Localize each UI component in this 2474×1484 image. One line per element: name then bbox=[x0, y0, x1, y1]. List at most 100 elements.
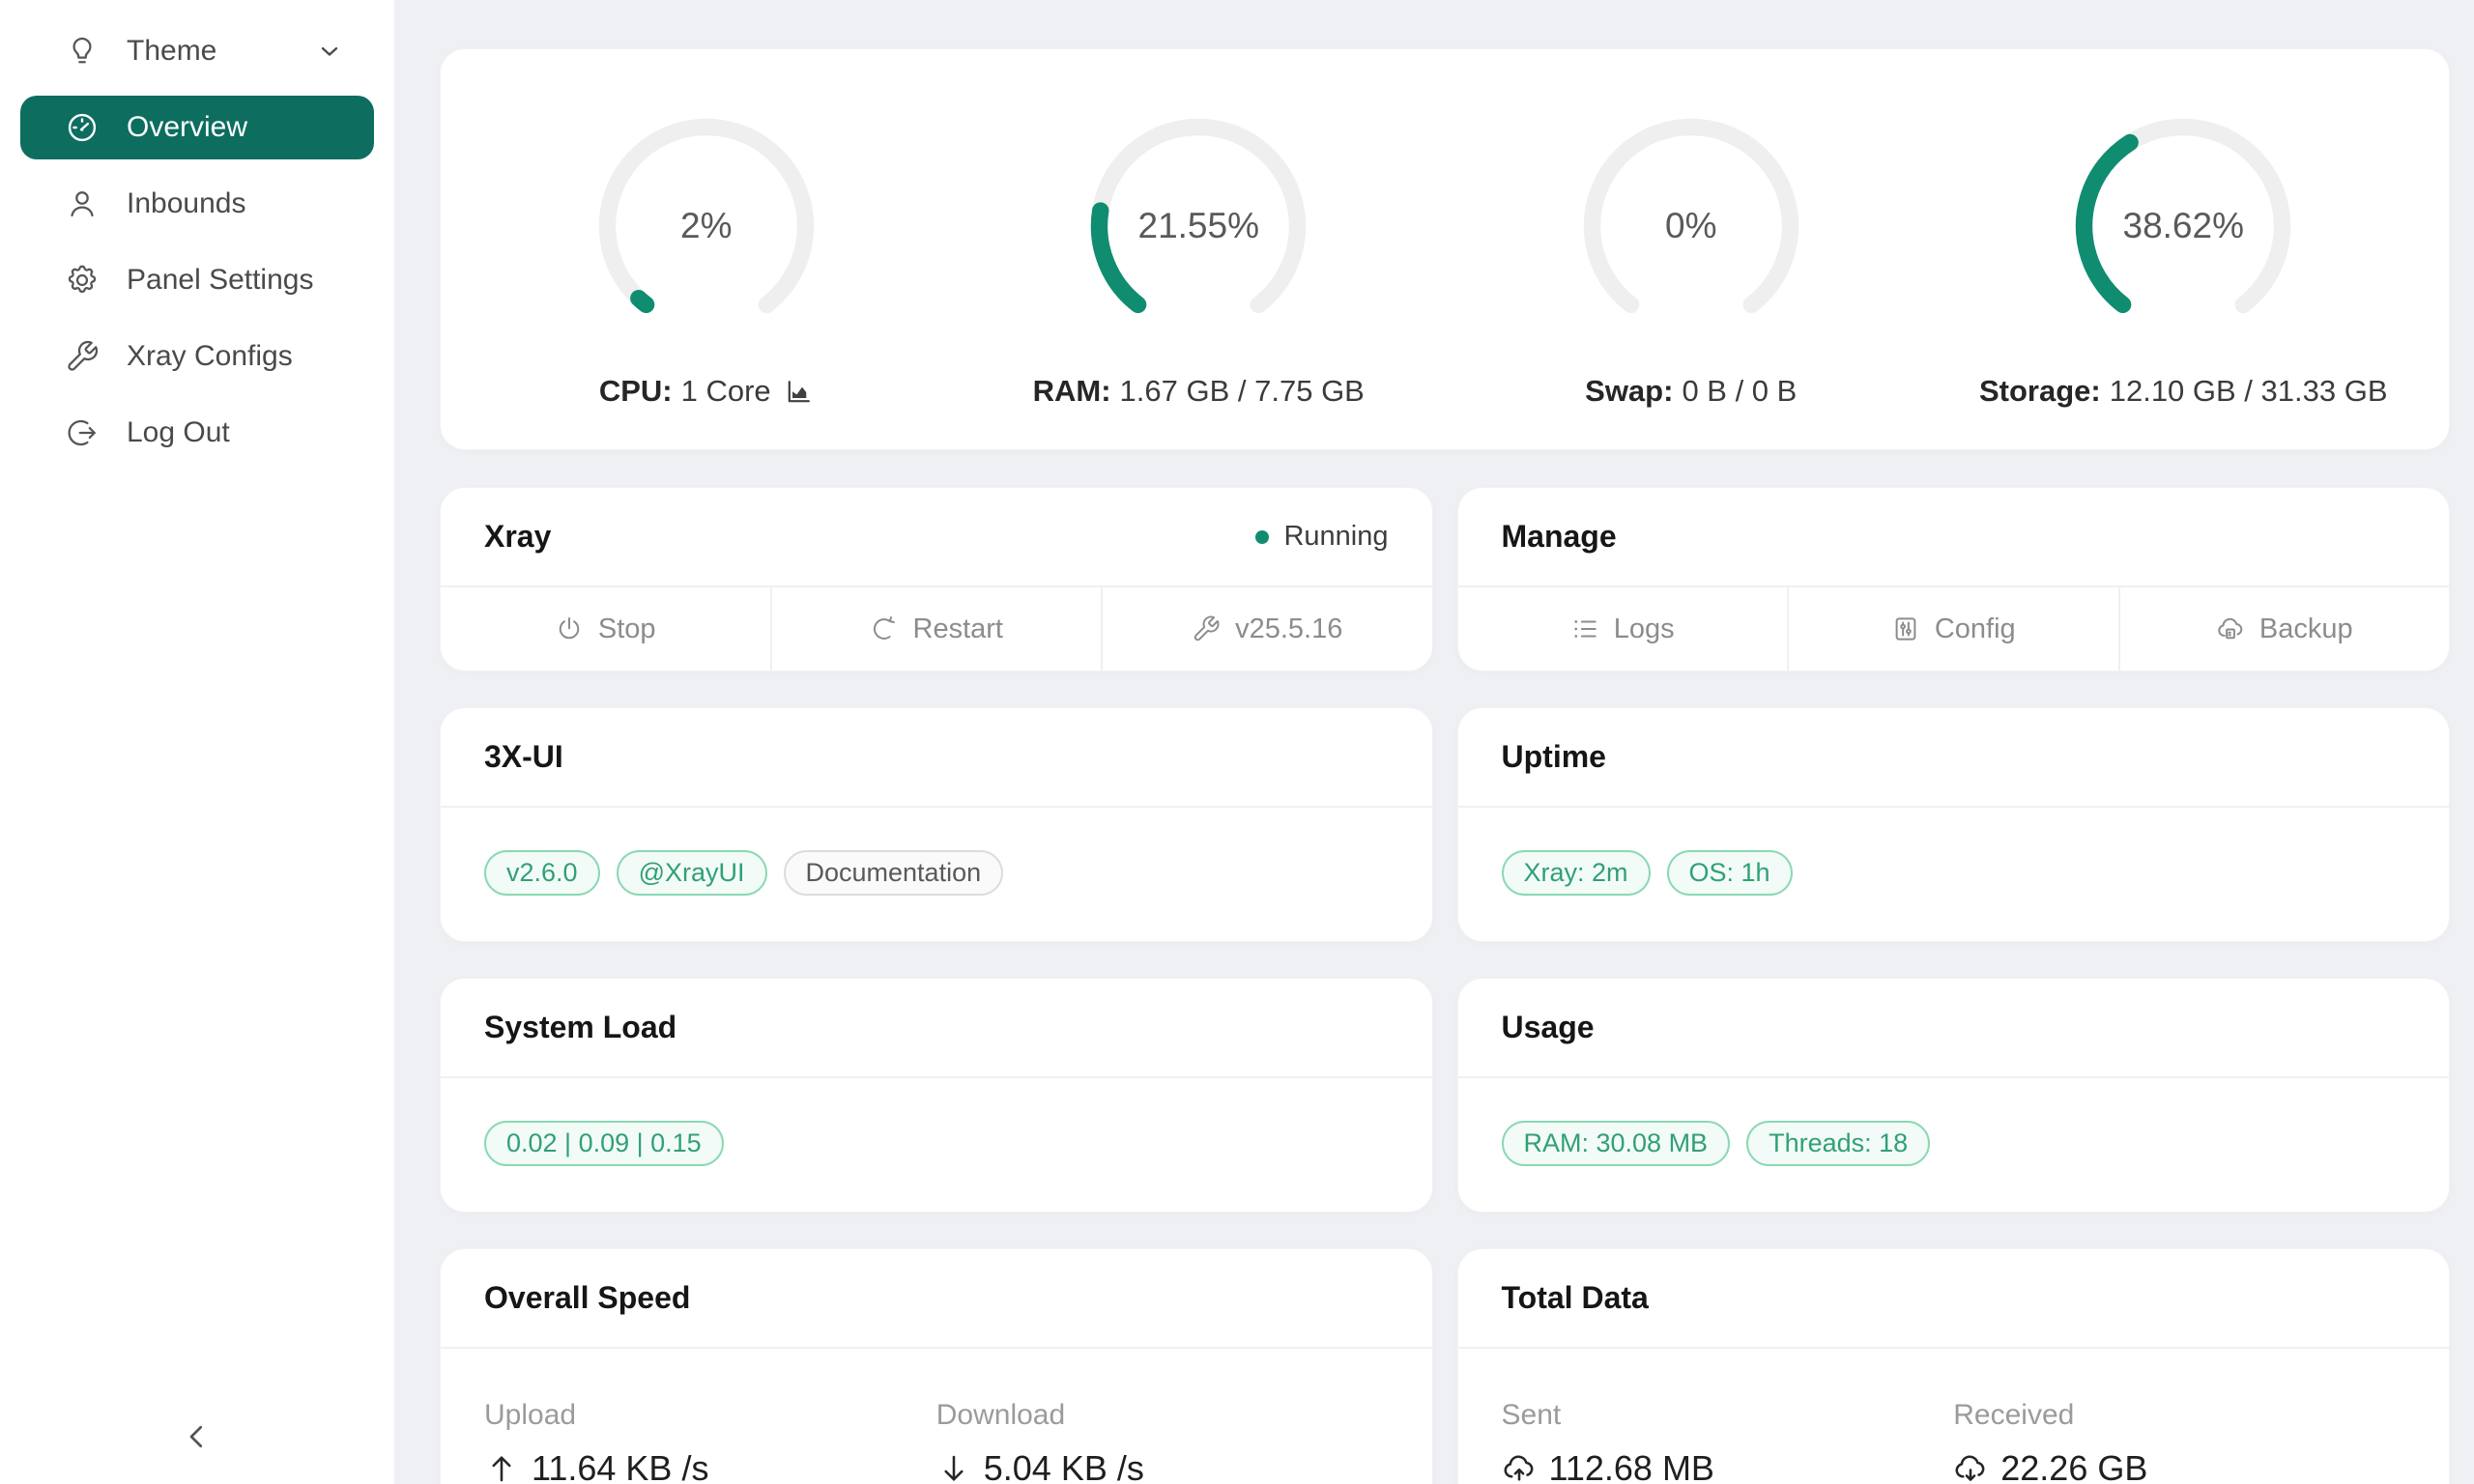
gauge-cpu: 2% CPU: 1 Core bbox=[460, 107, 953, 409]
download-stat: Download 5.04 KB /s bbox=[936, 1399, 1389, 1484]
system-load-tags: 0.02 | 0.09 | 0.15 bbox=[441, 1078, 1432, 1212]
lightbulb-icon bbox=[65, 34, 100, 69]
wrench-icon bbox=[65, 339, 100, 374]
xray-status: Running bbox=[1255, 521, 1388, 553]
card-title-text: Xray bbox=[484, 519, 551, 555]
xray-stop-button[interactable]: Stop bbox=[441, 587, 770, 671]
speed-stats: Upload 11.64 KB /s Download bbox=[441, 1349, 1432, 1484]
sidebar-item-theme[interactable]: Theme bbox=[20, 19, 374, 83]
chevron-down-icon bbox=[316, 38, 343, 65]
manage-config-button[interactable]: Config bbox=[1787, 587, 2118, 671]
reload-icon bbox=[870, 614, 899, 643]
overall-speed-card-title: Overall Speed bbox=[441, 1249, 1432, 1349]
card-title-text: Usage bbox=[1502, 1010, 1595, 1045]
sidebar-item-label: Xray Configs bbox=[127, 340, 293, 373]
sidebar-item-inbounds[interactable]: Inbounds bbox=[20, 172, 374, 236]
upload-stat: Upload 11.64 KB /s bbox=[484, 1399, 936, 1484]
dashboard-icon bbox=[65, 110, 100, 145]
tag-load-averages: 0.02 | 0.09 | 0.15 bbox=[484, 1121, 724, 1166]
area-chart-icon[interactable] bbox=[784, 377, 814, 407]
sidebar-item-log-out[interactable]: Log Out bbox=[20, 401, 374, 465]
cloud-server-icon bbox=[2216, 614, 2245, 643]
sidebar-item-label: Log Out bbox=[127, 416, 230, 449]
gauge-percent: 38.62% bbox=[2064, 107, 2302, 345]
xray-card-title: Xray Running bbox=[441, 488, 1432, 587]
received-stat: Received 22.26 GB bbox=[1953, 1399, 2405, 1484]
manage-backup-button[interactable]: Backup bbox=[2118, 587, 2450, 671]
manage-logs-button[interactable]: Logs bbox=[1458, 587, 1788, 671]
gauge-label: RAM: 1.67 GB / 7.75 GB bbox=[1033, 374, 1365, 409]
tag-threads: Threads: 18 bbox=[1746, 1121, 1930, 1166]
arrow-up-icon bbox=[484, 1451, 519, 1484]
sidebar-collapse-button[interactable] bbox=[0, 1419, 394, 1459]
card-title-text: Total Data bbox=[1502, 1280, 1649, 1316]
cloud-upload-icon bbox=[1502, 1451, 1537, 1484]
sidebar-item-label: Inbounds bbox=[127, 187, 245, 220]
xui-card: 3X-UI v2.6.0 @XrayUI Documentation bbox=[440, 707, 1433, 942]
card-title-text: Overall Speed bbox=[484, 1280, 690, 1316]
xray-actions: Stop Restart bbox=[441, 587, 1432, 671]
status-text: Running bbox=[1283, 521, 1388, 553]
sidebar: Theme Overview bbox=[0, 0, 394, 1484]
manage-card-title: Manage bbox=[1458, 488, 2450, 587]
sidebar-item-xray-configs[interactable]: Xray Configs bbox=[20, 325, 374, 388]
gauge-label: CPU: 1 Core bbox=[599, 374, 814, 409]
total-data-stats: Sent 112.68 MB Received bbox=[1458, 1349, 2450, 1484]
sidebar-item-label: Panel Settings bbox=[127, 264, 313, 297]
main-content: 2% CPU: 1 Core bbox=[394, 0, 2474, 1484]
gauge-label: Swap: 0 B / 0 B bbox=[1585, 374, 1797, 409]
xui-card-title: 3X-UI bbox=[441, 708, 1432, 808]
overall-speed-card: Overall Speed Upload 11.64 KB /s bbox=[440, 1248, 1433, 1484]
tag-ram-usage: RAM: 30.08 MB bbox=[1502, 1121, 1731, 1166]
uptime-tags: Xray: 2m OS: 1h bbox=[1458, 808, 2450, 941]
usage-tags: RAM: 30.08 MB Threads: 18 bbox=[1458, 1078, 2450, 1212]
xray-card: Xray Running Stop bbox=[440, 487, 1433, 671]
cloud-download-icon bbox=[1953, 1451, 1988, 1484]
usage-card: Usage RAM: 30.08 MB Threads: 18 bbox=[1457, 978, 2451, 1213]
sidebar-item-label: Theme bbox=[127, 35, 216, 68]
tag-version[interactable]: v2.6.0 bbox=[484, 850, 600, 896]
list-icon bbox=[1570, 614, 1599, 643]
wrench-icon bbox=[1192, 614, 1221, 643]
card-title-text: 3X-UI bbox=[484, 739, 563, 775]
logout-icon bbox=[65, 415, 100, 450]
xray-restart-button[interactable]: Restart bbox=[770, 587, 1102, 671]
system-gauges-card: 2% CPU: 1 Core bbox=[440, 48, 2450, 450]
gauge-percent: 2% bbox=[588, 107, 825, 345]
total-data-card: Total Data Sent 112.68 MB bbox=[1457, 1248, 2451, 1484]
card-title-text: Uptime bbox=[1502, 739, 1606, 775]
gauge-storage: 38.62% Storage: 12.10 GB / 31.33 GB bbox=[1938, 107, 2431, 409]
gauge-ram: 21.55% RAM: 1.67 GB / 7.75 GB bbox=[953, 107, 1446, 409]
chevron-left-icon bbox=[180, 1419, 215, 1459]
arrow-down-icon bbox=[936, 1451, 971, 1484]
sent-stat: Sent 112.68 MB bbox=[1502, 1399, 1954, 1484]
user-icon bbox=[65, 186, 100, 221]
power-icon bbox=[555, 614, 584, 643]
usage-card-title: Usage bbox=[1458, 979, 2450, 1078]
gauge-percent: 21.55% bbox=[1079, 107, 1317, 345]
running-dot-icon bbox=[1255, 530, 1269, 544]
tag-xrayui[interactable]: @XrayUI bbox=[617, 850, 767, 896]
sidebar-item-label: Overview bbox=[127, 111, 247, 144]
tag-xray-uptime: Xray: 2m bbox=[1502, 850, 1651, 896]
manage-card: Manage Logs bbox=[1457, 487, 2451, 671]
manage-actions: Logs Config bbox=[1458, 587, 2450, 671]
app-root: Theme Overview bbox=[0, 0, 2474, 1484]
uptime-card-title: Uptime bbox=[1458, 708, 2450, 808]
card-title-text: System Load bbox=[484, 1010, 676, 1045]
sidebar-item-overview[interactable]: Overview bbox=[20, 96, 374, 159]
gauge-swap: 0% Swap: 0 B / 0 B bbox=[1445, 107, 1938, 409]
xray-version-button[interactable]: v25.5.16 bbox=[1101, 587, 1432, 671]
card-title-text: Manage bbox=[1502, 519, 1617, 555]
tag-os-uptime: OS: 1h bbox=[1667, 850, 1793, 896]
uptime-card: Uptime Xray: 2m OS: 1h bbox=[1457, 707, 2451, 942]
gear-icon bbox=[65, 263, 100, 298]
sidebar-item-panel-settings[interactable]: Panel Settings bbox=[20, 248, 374, 312]
system-load-card: System Load 0.02 | 0.09 | 0.15 bbox=[440, 978, 1433, 1213]
xui-tags: v2.6.0 @XrayUI Documentation bbox=[441, 808, 1432, 941]
total-data-card-title: Total Data bbox=[1458, 1249, 2450, 1349]
gauge-label: Storage: 12.10 GB / 31.33 GB bbox=[1979, 374, 2388, 409]
gauge-percent: 0% bbox=[1572, 107, 1810, 345]
control-icon bbox=[1891, 614, 1920, 643]
tag-documentation[interactable]: Documentation bbox=[784, 850, 1004, 896]
